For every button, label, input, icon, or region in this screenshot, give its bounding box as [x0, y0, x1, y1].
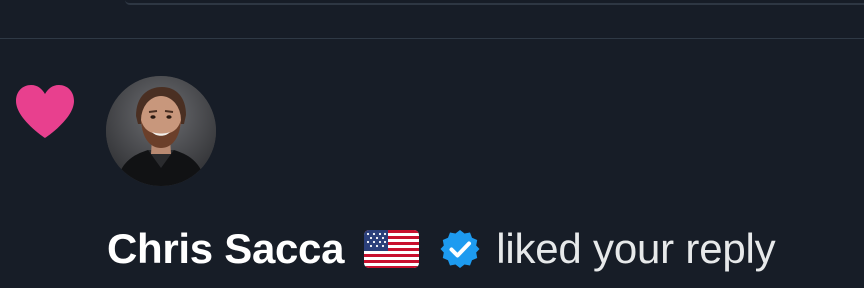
heart-icon	[16, 85, 74, 138]
previous-notification-item[interactable]	[0, 0, 864, 38]
divider	[0, 38, 864, 39]
avatar[interactable]	[106, 76, 216, 186]
user-name[interactable]: Chris Sacca	[107, 225, 344, 273]
flag-us-icon	[364, 230, 420, 268]
notification-text: Chris Sacca liked your reply	[107, 222, 776, 276]
reply-box-edge	[125, 0, 864, 5]
action-text: liked your reply	[496, 225, 776, 272]
verified-badge-icon[interactable]	[439, 228, 481, 270]
